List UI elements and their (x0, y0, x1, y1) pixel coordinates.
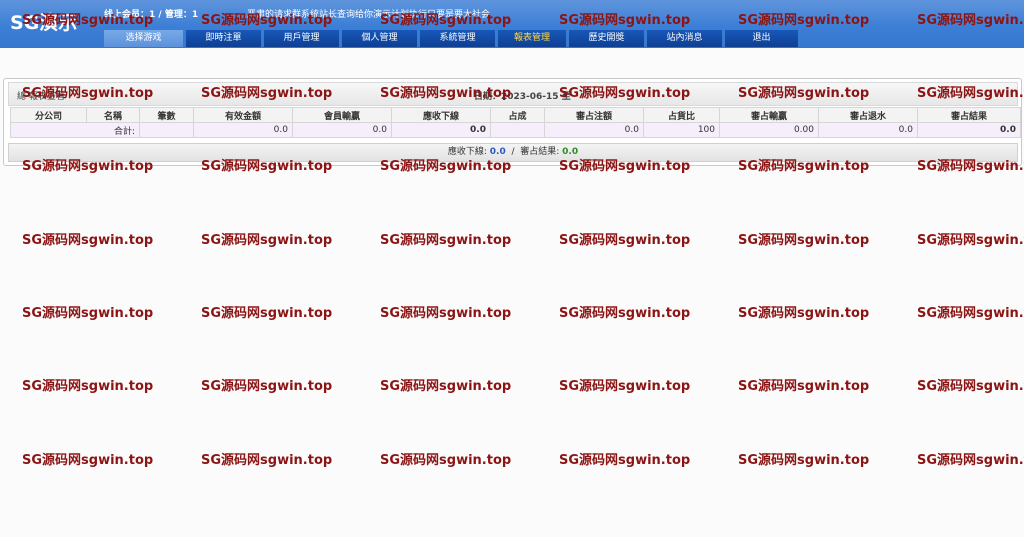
nav-messages[interactable]: 站內消息 (647, 30, 722, 47)
total-share-winloss: 0.00 (719, 122, 819, 138)
total-label: 合計: (10, 122, 140, 138)
total-count (139, 122, 194, 138)
summary-separator: / (511, 147, 515, 157)
watermark-text: SG源码网sgwin.top (559, 233, 691, 248)
nav-logout[interactable]: 退出 (725, 30, 798, 47)
watermark-text: SG源码网sgwin.top (201, 379, 333, 394)
total-share-bet: 0.0 (544, 122, 644, 138)
total-share-rebate: 0.0 (818, 122, 918, 138)
col-header: 分公司 (10, 107, 87, 123)
col-header: 審占結果 (917, 107, 1021, 123)
watermark-text: SG源码网sgwin.top (380, 379, 512, 394)
summary-receivable-label: 應收下線: (447, 147, 487, 157)
watermark-text: SG源码网sgwin.top (917, 233, 1024, 248)
report-panel: 總 報表查看 日期：2023-06-15 至 分公司 名稱 筆數 有效金額 會員… (3, 78, 1022, 166)
site-logo: SG演示 (10, 12, 78, 34)
nav-user-management[interactable]: 用戶管理 (264, 30, 339, 47)
watermark-text: SG源码网sgwin.top (738, 233, 870, 248)
nav-report-management[interactable]: 報表管理 (498, 30, 566, 47)
col-header: 占貨比 (643, 107, 720, 123)
total-share (490, 122, 545, 138)
watermark-text: SG源码网sgwin.top (22, 453, 154, 468)
watermark-text: SG源码网sgwin.top (201, 453, 333, 468)
report-summary: 應收下線: 0.0 / 審占結果: 0.0 (8, 143, 1018, 162)
nav-system-management[interactable]: 系統管理 (420, 30, 495, 47)
nav-live-bets[interactable]: 即時注單 (186, 30, 261, 47)
col-header: 會員輸贏 (292, 107, 392, 123)
report-date-range: 日期：2023-06-15 至 (474, 92, 571, 102)
summary-receivable-value: 0.0 (489, 147, 506, 157)
watermark-text: SG源码网sgwin.top (738, 453, 870, 468)
watermark-text: SG源码网sgwin.top (201, 306, 333, 321)
summary-result-label: 審占結果: (520, 147, 560, 157)
watermark-text: SG源码网sgwin.top (559, 379, 691, 394)
nav-personal-management[interactable]: 個人管理 (342, 30, 417, 47)
watermark-text: SG源码网sgwin.top (917, 379, 1024, 394)
total-share-result: 0.0 (917, 122, 1021, 138)
total-receivable: 0.0 (391, 122, 491, 138)
col-header: 審占輸贏 (719, 107, 819, 123)
watermark-text: SG源码网sgwin.top (201, 233, 333, 248)
watermark-text: SG源码网sgwin.top (22, 379, 154, 394)
summary-result-value: 0.0 (562, 147, 579, 157)
col-header: 名稱 (86, 107, 140, 123)
top-header: SG演示 线上会员：1 / 管理：1 严肃的请求群系统站长查询给你演示计划执行只… (0, 0, 1024, 48)
col-header: 審占注額 (544, 107, 644, 123)
col-header: 筆數 (139, 107, 194, 123)
watermark-text: SG源码网sgwin.top (380, 233, 512, 248)
col-header: 有效金額 (193, 107, 293, 123)
col-header: 應收下線 (391, 107, 491, 123)
watermark-text: SG源码网sgwin.top (559, 453, 691, 468)
report-title: 總 報表查看 (17, 92, 65, 102)
watermark-text: SG源码网sgwin.top (22, 233, 154, 248)
total-share-ratio: 100 (643, 122, 720, 138)
watermark-text: SG源码网sgwin.top (380, 453, 512, 468)
table-header-row: 分公司 名稱 筆數 有效金額 會員輸贏 應收下線 占成 審占注額 占貨比 審占輸… (10, 107, 1021, 123)
nav-draw-history[interactable]: 歷史開獎 (569, 30, 644, 47)
watermark-text: SG源码网sgwin.top (738, 306, 870, 321)
notice-marquee: 严肃的请求群系统站长查询给你演示计划执行只要是要大社会 (247, 10, 491, 20)
watermark-text: SG源码网sgwin.top (917, 453, 1024, 468)
watermark-text: SG源码网sgwin.top (559, 306, 691, 321)
total-valid-amount: 0.0 (193, 122, 293, 138)
watermark-text: SG源码网sgwin.top (917, 306, 1024, 321)
report-table: 分公司 名稱 筆數 有效金額 會員輸贏 應收下線 占成 審占注額 占貨比 審占輸… (10, 107, 1021, 138)
nav-select-game[interactable]: 选择游戏 (104, 30, 183, 47)
watermark-text: SG源码网sgwin.top (380, 306, 512, 321)
total-member-winloss: 0.0 (292, 122, 392, 138)
online-count: 线上会员：1 / 管理：1 (104, 10, 199, 20)
watermark-text: SG源码网sgwin.top (738, 379, 870, 394)
col-header: 審占退水 (818, 107, 918, 123)
report-header: 總 報表查看 日期：2023-06-15 至 (8, 82, 1018, 106)
table-total-row: 合計: 0.0 0.0 0.0 0.0 100 0.00 0.0 0.0 (10, 122, 1021, 138)
watermark-text: SG源码网sgwin.top (22, 306, 154, 321)
col-header: 占成 (490, 107, 545, 123)
